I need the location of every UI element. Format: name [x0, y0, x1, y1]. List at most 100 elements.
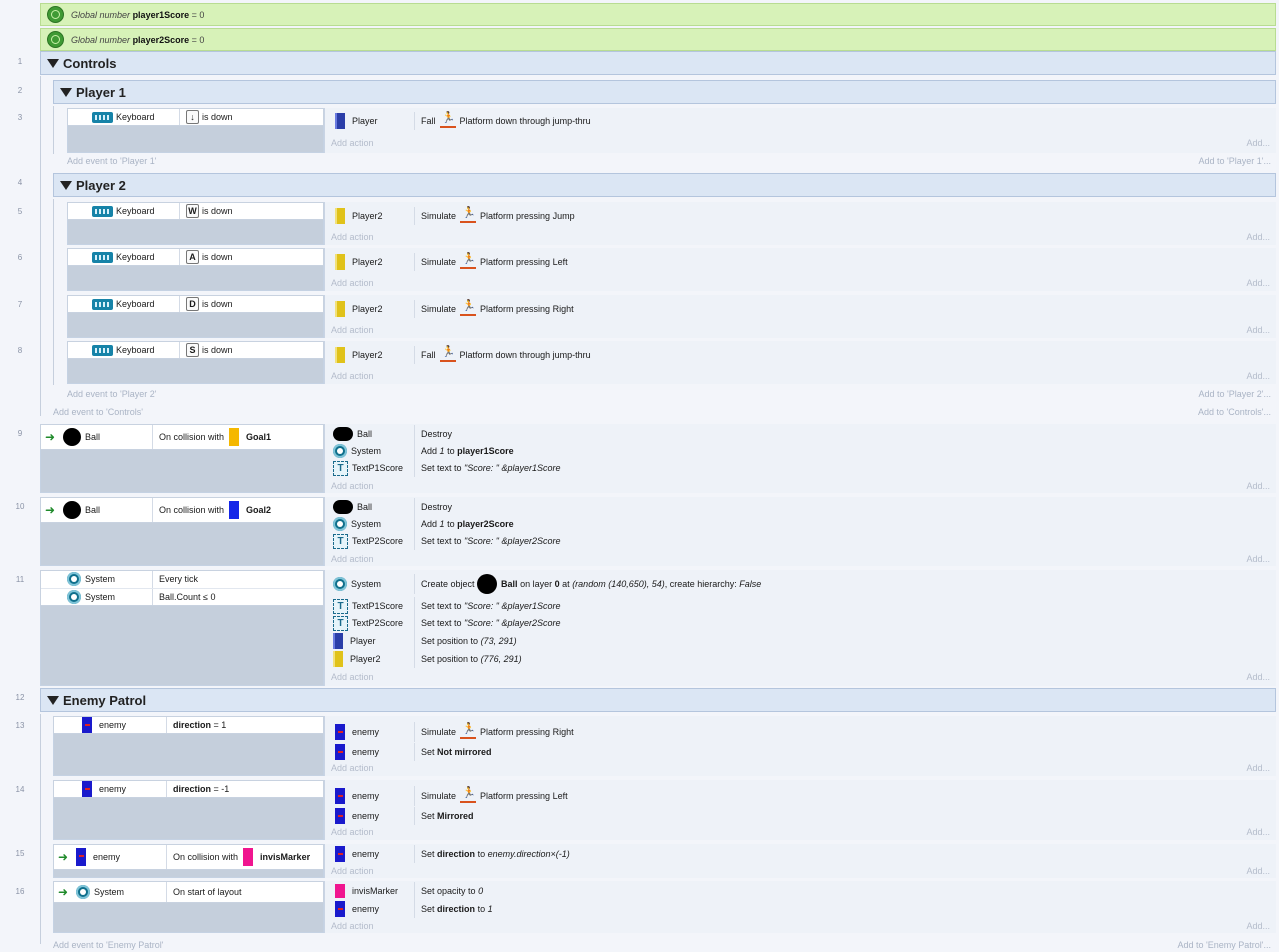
- collapse-triangle-icon[interactable]: [47, 695, 59, 705]
- global-var-player1Score[interactable]: Global number player1Score = 0: [40, 3, 1276, 26]
- add-event-enemy-patrol[interactable]: Add event to 'Enemy Patrol': [53, 940, 164, 950]
- action-row[interactable]: invisMarker Set opacity to 0: [331, 882, 483, 900]
- condition-ball-collision-goal2[interactable]: ➜ Ball On collision with Goal2: [40, 497, 324, 523]
- add-action-link[interactable]: Add action: [331, 371, 374, 381]
- action-row[interactable]: System Add 1 to player2Score: [329, 515, 514, 533]
- condition-keyboard-a[interactable]: Keyboard Ais down: [67, 248, 324, 266]
- add-action-link[interactable]: Add action: [331, 763, 374, 773]
- action-row[interactable]: enemy Set Not mirrored: [331, 743, 492, 761]
- add-more-link[interactable]: Add...: [1246, 371, 1270, 381]
- add-more-link[interactable]: Add...: [1246, 866, 1270, 876]
- group-player2[interactable]: Player 2: [53, 173, 1276, 197]
- event-3-actions[interactable]: Player Fall Platform down through jump-th…: [324, 108, 1276, 153]
- event-11-actions[interactable]: System Create object Ball on layer 0 at …: [324, 570, 1276, 686]
- action-row[interactable]: T TextP1Score Set text to "Score: " &play…: [329, 459, 560, 477]
- add-more-link[interactable]: Add...: [1246, 763, 1270, 773]
- action-row[interactable]: Player2 Fall Platform down through jump-t…: [331, 345, 591, 364]
- event-7-actions[interactable]: Player2 SimulatePlatform pressing Right …: [324, 295, 1276, 338]
- variable-name: direction: [173, 720, 212, 730]
- behavior-name: Platform: [480, 791, 514, 801]
- gear-icon: [76, 885, 90, 899]
- add-action-link[interactable]: Add action: [331, 232, 374, 242]
- action-row[interactable]: Player Fall Platform down through jump-th…: [331, 111, 591, 130]
- enemy-icon: [335, 901, 345, 917]
- group-controls[interactable]: Controls: [40, 51, 1276, 75]
- action-row[interactable]: Player2 Simulate Platform pressing Left: [331, 252, 568, 271]
- event-15-actions[interactable]: enemy Set direction to enemy.direction×(…: [324, 844, 1276, 878]
- add-to-enemy-patrol[interactable]: Add to 'Enemy Patrol'...: [1178, 940, 1271, 950]
- add-more-link[interactable]: Add...: [1246, 481, 1270, 491]
- action-row[interactable]: Player2 Simulate Platform pressing Jump: [331, 206, 575, 225]
- add-to-player2[interactable]: Add to 'Player 2'...: [1199, 389, 1271, 399]
- group-player1[interactable]: Player 1: [53, 80, 1276, 104]
- action-row[interactable]: enemy Set direction to enemy.direction×(…: [331, 845, 570, 863]
- add-more-link[interactable]: Add...: [1246, 672, 1270, 682]
- add-more-link[interactable]: Add...: [1246, 554, 1270, 564]
- action-row[interactable]: Ball Destroy: [329, 425, 452, 443]
- action-row[interactable]: enemy Set direction to 1: [331, 900, 493, 918]
- condition-ball-collision-goal1[interactable]: ➜ Ball On collision with Goal1: [40, 424, 324, 450]
- add-event-player1[interactable]: Add event to 'Player 1': [67, 156, 157, 166]
- event-8-actions[interactable]: Player2 Fall Platform down through jump-t…: [324, 341, 1276, 384]
- event-5-actions[interactable]: Player2 Simulate Platform pressing Jump A…: [324, 202, 1276, 245]
- action-row[interactable]: T TextP2Score Set text to "Score: " &play…: [329, 532, 560, 550]
- action-row[interactable]: System Create object Ball on layer 0 at …: [329, 574, 761, 594]
- event-6-actions[interactable]: Player2 Simulate Platform pressing Left A…: [324, 248, 1276, 291]
- add-action-link[interactable]: Add action: [331, 138, 374, 148]
- condition-keyboard-s[interactable]: Keyboard Sis down: [67, 341, 324, 359]
- add-more-link[interactable]: Add...: [1246, 138, 1270, 148]
- add-event-controls[interactable]: Add event to 'Controls': [53, 407, 143, 417]
- collapse-triangle-icon[interactable]: [60, 87, 72, 97]
- add-to-controls[interactable]: Add to 'Controls'...: [1198, 407, 1271, 417]
- event-10-actions[interactable]: Ball Destroy System Add 1 to player2Scor…: [324, 497, 1276, 566]
- add-more-link[interactable]: Add...: [1246, 325, 1270, 335]
- global-var-player2Score[interactable]: Global number player2Score = 0: [40, 28, 1276, 51]
- group-enemy-patrol[interactable]: Enemy Patrol: [40, 688, 1276, 712]
- add-more-link[interactable]: Add...: [1246, 827, 1270, 837]
- action-row[interactable]: Player2 Set position to (776, 291): [329, 650, 522, 668]
- add-more-link[interactable]: Add...: [1246, 278, 1270, 288]
- action-row[interactable]: Player Set position to (73, 291): [329, 632, 517, 650]
- behavior-name: Platform: [459, 116, 494, 126]
- action-text: Add: [421, 446, 438, 456]
- add-action-link[interactable]: Add action: [331, 554, 374, 564]
- add-action-link[interactable]: Add action: [331, 278, 374, 288]
- add-event-player2[interactable]: Add event to 'Player 2': [67, 389, 157, 399]
- add-action-link[interactable]: Add action: [331, 827, 374, 837]
- add-more-link[interactable]: Add...: [1246, 232, 1270, 242]
- action-row[interactable]: enemy Simulate Platform pressing Right: [331, 722, 574, 742]
- condition-on-start-of-layout[interactable]: ➜ System On start of layout: [53, 881, 324, 903]
- event-13-actions[interactable]: enemy Simulate Platform pressing Right en…: [324, 716, 1276, 776]
- action-row[interactable]: enemy Simulate Platform pressing Left: [331, 786, 568, 806]
- condition-every-tick[interactable]: System Every tick: [41, 571, 323, 589]
- collapse-triangle-icon[interactable]: [60, 180, 72, 190]
- action-text: pressing Left: [516, 257, 568, 267]
- condition-enemy-direction-1[interactable]: enemy direction = 1: [53, 716, 324, 734]
- variable-name: player1Score: [457, 446, 514, 456]
- action-row[interactable]: T TextP2Score Set text to "Score: " &play…: [329, 614, 560, 632]
- action-row[interactable]: Ball Destroy: [329, 498, 452, 516]
- condition-keyboard-down[interactable]: Keyboard ↓ is down: [67, 108, 324, 126]
- condition-keyboard-w[interactable]: Keyboard Wis down: [67, 202, 324, 220]
- collapse-triangle-icon[interactable]: [47, 58, 59, 68]
- add-to-player1[interactable]: Add to 'Player 1'...: [1199, 156, 1271, 166]
- add-action-link[interactable]: Add action: [331, 672, 374, 682]
- action-row[interactable]: System Add 1 to player1Score: [329, 442, 514, 460]
- condition-enemy-collision-invismarker[interactable]: ➜ enemy On collision with invisMarker: [53, 844, 324, 870]
- add-action-link[interactable]: Add action: [331, 921, 374, 931]
- add-action-link[interactable]: Add action: [331, 866, 374, 876]
- object-name: invisMarker: [260, 852, 311, 862]
- event-16-actions[interactable]: invisMarker Set opacity to 0 enemy Set d…: [324, 881, 1276, 933]
- condition-ball-count[interactable]: System Ball.Count ≤ 0: [41, 588, 323, 605]
- condition-keyboard-d[interactable]: Keyboard Dis down: [67, 295, 324, 313]
- add-action-link[interactable]: Add action: [331, 325, 374, 335]
- add-action-link[interactable]: Add action: [331, 481, 374, 491]
- event-14-actions[interactable]: enemy Simulate Platform pressing Left ene…: [324, 780, 1276, 840]
- action-row[interactable]: T TextP1Score Set text to "Score: " &play…: [329, 597, 560, 615]
- group-title: Player 2: [76, 177, 126, 193]
- event-9-actions[interactable]: Ball Destroy System Add 1 to player1Scor…: [324, 424, 1276, 493]
- add-more-link[interactable]: Add...: [1246, 921, 1270, 931]
- action-row[interactable]: Player2 Simulate Platform pressing Right: [331, 299, 574, 318]
- action-row[interactable]: enemy Set Mirrored: [331, 807, 474, 825]
- condition-enemy-direction-minus1[interactable]: enemy direction = -1: [53, 780, 324, 798]
